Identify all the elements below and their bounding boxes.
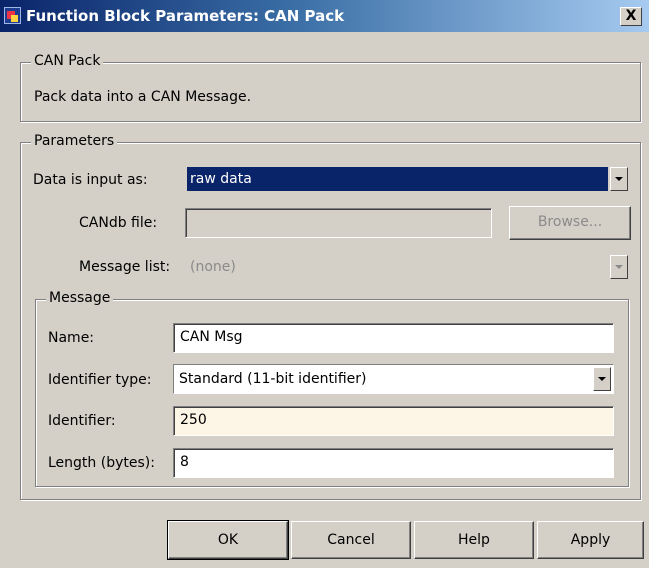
length-field[interactable]: 8 [173,448,614,478]
help-button[interactable]: Help [414,521,534,559]
identifier-type-value: Standard (11-bit identifier) [179,371,367,387]
data-input-select[interactable]: raw data [185,165,630,193]
dialog-window: Function Block Parameters: CAN Pack X CA… [0,0,649,568]
close-button[interactable]: X [620,7,642,26]
description-group: CAN Pack Pack data into a CAN Message. [20,53,641,122]
description-legend: CAN Pack [31,53,104,69]
chevron-down-icon[interactable] [593,367,611,391]
message-list-label: Message list: [79,259,171,275]
parameters-legend: Parameters [31,133,118,149]
length-label: Length (bytes): [48,455,155,471]
identifier-field[interactable]: 250 [173,406,614,436]
identifier-type-label: Identifier type: [48,372,152,388]
message-legend: Message [46,290,114,306]
data-input-value: raw data [187,167,608,191]
apply-button[interactable]: Apply [537,521,644,559]
chevron-down-icon[interactable] [610,255,628,279]
identifier-type-select[interactable]: Standard (11-bit identifier) [173,364,614,394]
title-bar[interactable]: Function Block Parameters: CAN Pack X [0,0,649,32]
ok-button[interactable]: OK [167,520,289,560]
message-list-select[interactable]: (none) [185,253,630,281]
simulink-block-icon [4,7,21,24]
window-title: Function Block Parameters: CAN Pack [26,7,345,25]
identifier-label: Identifier: [48,413,116,429]
cancel-button[interactable]: Cancel [291,521,411,559]
candb-file-label: CANdb file: [79,215,158,231]
message-list-value: (none) [190,259,236,275]
data-input-label: Data is input as: [33,172,148,188]
block-description: Pack data into a CAN Message. [34,89,252,105]
name-field[interactable]: CAN Msg [173,323,614,353]
candb-file-field[interactable] [185,208,492,238]
message-group: Message Name: CAN Msg Identifier type: S… [35,290,629,487]
name-label: Name: [48,330,95,346]
chevron-down-icon[interactable] [610,167,628,191]
browse-button[interactable]: Browse... [509,206,631,240]
parameters-group: Parameters Data is input as: raw data CA… [20,133,641,500]
